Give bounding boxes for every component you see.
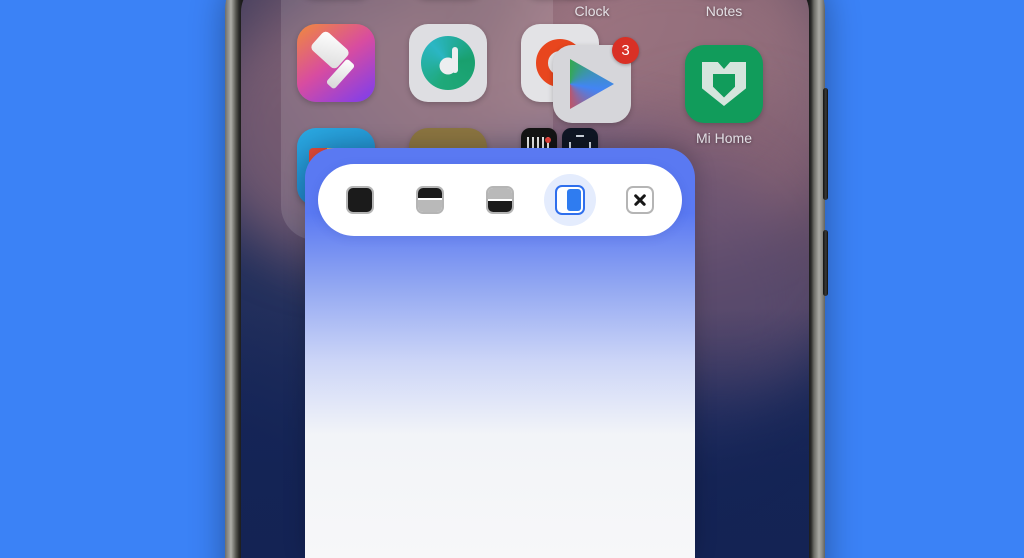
music-note-icon xyxy=(409,24,487,102)
app-tile-notes[interactable]: Notes xyxy=(685,0,763,19)
side-panel-mode-icon xyxy=(555,185,585,215)
brush-paint-icon xyxy=(297,24,375,102)
split-top-mode-button[interactable] xyxy=(404,174,456,226)
close-icon xyxy=(626,186,654,214)
fullscreen-mode-icon xyxy=(346,186,374,214)
app-tile-clock[interactable]: Clock xyxy=(553,0,631,19)
close-button[interactable] xyxy=(614,174,666,226)
split-bottom-mode-button[interactable] xyxy=(474,174,526,226)
home-screen-app-grid-right: Clock Notes 3 Mi Home xyxy=(553,0,763,146)
app-tile[interactable] xyxy=(409,24,487,102)
volume-rocker[interactable] xyxy=(823,88,828,200)
window-mode-toolbar xyxy=(318,164,682,236)
app-label-notes: Notes xyxy=(705,3,743,19)
notification-badge: 3 xyxy=(612,37,639,64)
power-button[interactable] xyxy=(823,230,828,296)
screenshot-canvas: 有品 xyxy=(0,0,1024,558)
sheet-content-area xyxy=(305,248,695,558)
app-label-mi-home: Mi Home xyxy=(695,130,752,146)
app-tile-play-store[interactable]: 3 xyxy=(553,37,639,146)
app-tile-mi-home[interactable]: Mi Home xyxy=(685,45,763,146)
app-label-clock: Clock xyxy=(574,3,610,19)
fullscreen-mode-button[interactable] xyxy=(334,174,386,226)
app-tile[interactable] xyxy=(297,24,375,102)
floating-window-sheet xyxy=(305,148,695,558)
side-panel-mode-button[interactable] xyxy=(544,174,596,226)
split-top-mode-icon xyxy=(416,186,444,214)
mi-home-icon xyxy=(685,45,763,123)
split-bottom-mode-icon xyxy=(486,186,514,214)
